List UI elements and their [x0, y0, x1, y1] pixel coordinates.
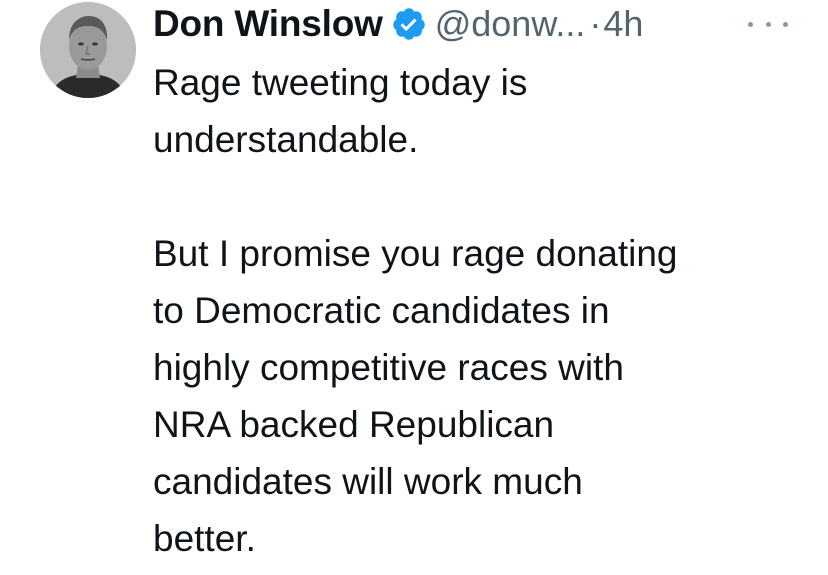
more-dot — [748, 21, 753, 27]
avatar[interactable] — [40, 2, 136, 98]
tweet-line: to Democratic candidates in — [153, 290, 610, 331]
verified-badge-icon — [391, 6, 427, 42]
tweet-header: Don Winslow @donw... · 4h — [153, 0, 643, 48]
tweet-line: highly competitive races with — [153, 347, 624, 388]
paragraph-break — [153, 168, 813, 225]
tweet-line: NRA backed Republican — [153, 404, 555, 445]
tweet-line: understandable. — [153, 119, 419, 160]
profile-photo-icon — [40, 2, 136, 98]
tweet-line: better. — [153, 518, 256, 559]
more-dot — [783, 21, 788, 27]
tweet-line: But I promise you rage donating — [153, 233, 678, 274]
tweet-line: Rage tweeting today is — [153, 62, 528, 103]
tweet-timestamp[interactable]: 4h — [603, 3, 643, 45]
author-name[interactable]: Don Winslow — [153, 3, 383, 45]
more-dot — [765, 21, 771, 27]
author-handle[interactable]: @donw... — [435, 3, 586, 45]
tweet-line: candidates will work much — [153, 461, 583, 502]
more-horizontal-icon[interactable] — [748, 14, 788, 34]
separator-dot: · — [589, 3, 602, 44]
tweet-text: Rage tweeting today is understandable. B… — [153, 54, 813, 567]
tweet[interactable]: Don Winslow @donw... · 4h Rage tweeting … — [0, 0, 828, 575]
